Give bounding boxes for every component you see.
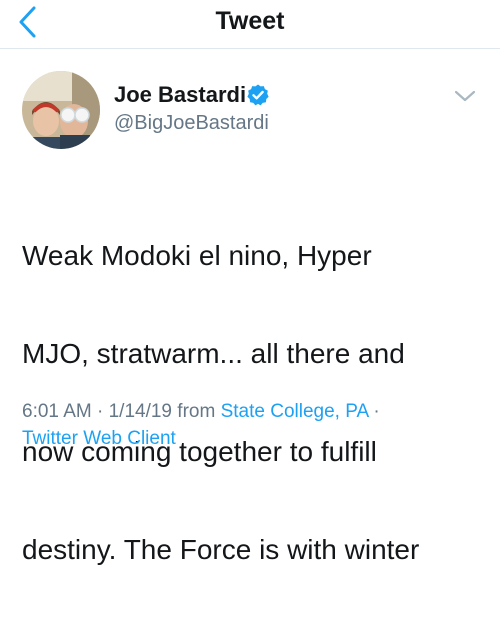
location-link[interactable]: State College, PA <box>221 401 369 422</box>
separator: · <box>373 401 380 422</box>
tweet-text-line: destiny. The Force is with winter <box>22 534 420 565</box>
chevron-down-icon <box>452 86 478 106</box>
tweet-metadata: 6:01 AM · 1/14/19 from State College, PA… <box>22 398 492 452</box>
client-link[interactable]: Twitter Web Client <box>22 428 176 449</box>
tweet-time: 6:01 AM <box>22 401 92 422</box>
more-options-button[interactable] <box>452 86 478 106</box>
nav-header: Tweet <box>0 0 500 49</box>
from-label: from <box>177 401 216 422</box>
tweet-text-line: MJO, stratwarm... all there and <box>22 338 405 369</box>
author-handle[interactable]: @BigJoeBastardi <box>114 112 269 135</box>
verified-badge-icon <box>246 83 270 107</box>
separator: · <box>97 401 104 422</box>
tweet-text-line: Weak Modoki el nino, Hyper <box>22 240 372 271</box>
page-title: Tweet <box>215 7 285 35</box>
avatar[interactable] <box>22 71 100 149</box>
author-name[interactable]: Joe Bastardi <box>114 82 246 108</box>
tweet-date: 1/14/19 <box>108 401 173 422</box>
